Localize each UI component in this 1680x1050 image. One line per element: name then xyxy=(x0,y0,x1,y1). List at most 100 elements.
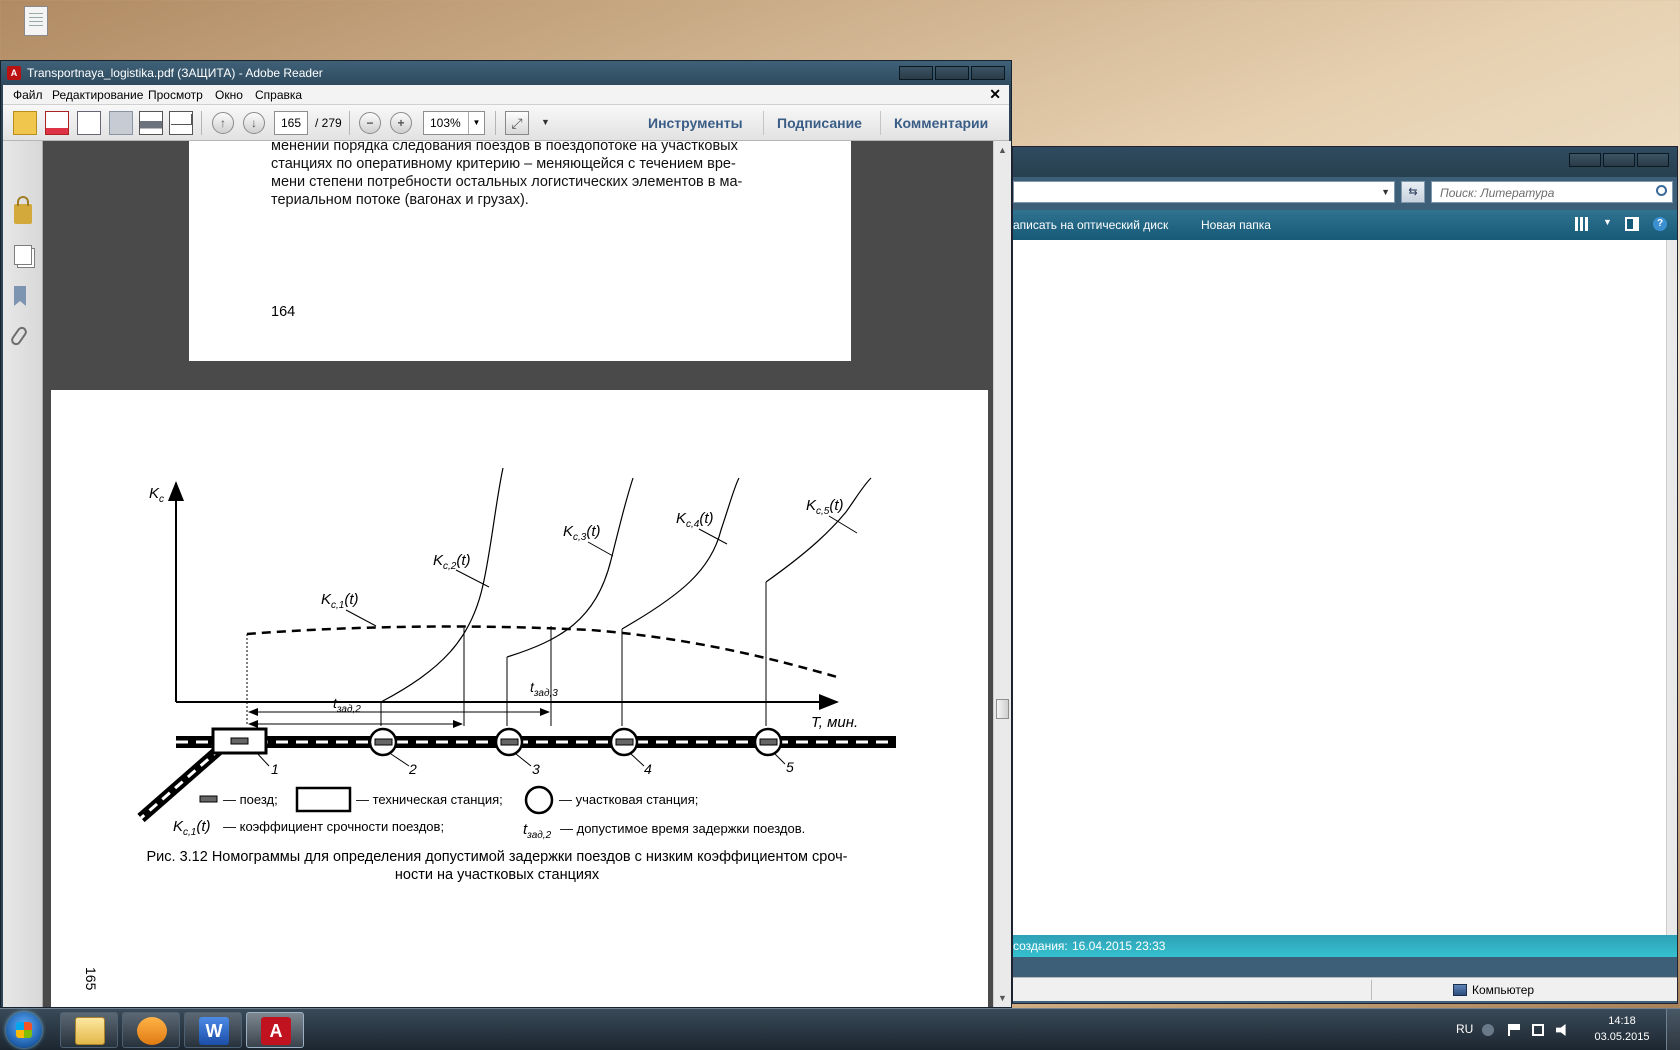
edit-icon[interactable] xyxy=(77,111,101,135)
new-folder-button[interactable]: Новая папка xyxy=(1201,218,1271,232)
reader-titlebar[interactable]: A Transportnaya_logistika.pdf (ЗАЩИТА) -… xyxy=(1,61,1011,85)
page-number-input[interactable]: 165 xyxy=(274,111,308,135)
close-button[interactable] xyxy=(971,66,1005,80)
page-thumbnails-icon[interactable] xyxy=(14,245,32,265)
page-paragraph: менении порядка следования поездов в пое… xyxy=(271,141,771,209)
curve-label-kc1: Kc,1(t) xyxy=(321,591,359,611)
comment-panel-link[interactable]: Комментарии xyxy=(894,115,988,131)
leader-line xyxy=(390,753,410,767)
save-icon[interactable] xyxy=(109,111,133,135)
help-icon[interactable]: ? xyxy=(1653,217,1667,231)
curve-label-kc5: Kc,5(t) xyxy=(806,497,844,517)
fit-page-icon[interactable]: ⤢ xyxy=(505,111,529,135)
view-options-icon[interactable] xyxy=(1575,217,1589,231)
minimize-button[interactable] xyxy=(899,66,933,80)
more-tools-icon[interactable]: ▼ xyxy=(541,117,550,127)
details-value: 16.04.2015 23:33 xyxy=(1072,939,1166,953)
create-pdf-icon[interactable] xyxy=(45,111,69,135)
attachment-icon[interactable] xyxy=(9,324,29,348)
search-placeholder: Поиск: Литература xyxy=(1440,186,1555,200)
previous-page: менении порядка следования поездов в пое… xyxy=(189,141,851,361)
search-icon[interactable] xyxy=(1656,185,1667,196)
taskbar-media-player[interactable] xyxy=(122,1012,180,1048)
toolbar-separator xyxy=(201,111,202,135)
menu-help[interactable]: Справка xyxy=(255,88,302,102)
open-icon[interactable] xyxy=(13,111,37,135)
train-marker xyxy=(230,737,249,745)
network-hidden-icon[interactable] xyxy=(1482,1024,1494,1036)
train-marker xyxy=(500,738,519,746)
preview-pane-icon[interactable] xyxy=(1625,217,1639,231)
bookmark-icon[interactable] xyxy=(14,286,26,306)
chevron-down-icon[interactable]: ▼ xyxy=(1381,187,1390,197)
system-clock[interactable]: 14:18 03.05.2015 xyxy=(1592,1013,1652,1045)
next-page-icon[interactable]: ↓ xyxy=(243,112,265,134)
zoom-in-icon[interactable]: + xyxy=(390,112,412,134)
chevron-down-icon[interactable]: ▼ xyxy=(468,112,484,134)
search-input[interactable]: Поиск: Литература xyxy=(1431,181,1673,203)
scroll-up-icon[interactable]: ▲ xyxy=(998,145,1007,155)
station-number-2: 2 xyxy=(408,761,417,777)
print-icon[interactable] xyxy=(139,111,163,135)
legend-delay-text: — допустимое время задержки поездов. xyxy=(560,821,805,836)
burn-disc-button[interactable]: аписать на оптический диск xyxy=(1013,218,1168,232)
adobe-reader-icon: A xyxy=(7,66,21,80)
status-computer: Компьютер xyxy=(1453,983,1534,997)
adobe-reader-icon: A xyxy=(261,1017,291,1045)
menu-view[interactable]: Просмотр xyxy=(148,88,203,102)
maximize-button[interactable] xyxy=(1603,153,1635,167)
figure-caption-line1: Рис. 3.12 Номограммы для определения доп… xyxy=(147,849,848,865)
details-pane: создания: 16.04.2015 23:33 xyxy=(1013,935,1677,957)
language-indicator[interactable]: RU xyxy=(1456,1022,1473,1036)
curve-label-kc3: Kc,3(t) xyxy=(563,523,601,543)
curve-kc1 xyxy=(246,625,838,679)
text-line: мени степени потребности остальных логис… xyxy=(271,174,743,190)
details-label: создания: xyxy=(1013,939,1068,953)
train-marker xyxy=(374,738,393,746)
chevron-down-icon[interactable]: ▼ xyxy=(1603,217,1612,231)
show-desktop-button[interactable] xyxy=(1666,1009,1680,1050)
close-button[interactable] xyxy=(1637,153,1669,167)
network-icon[interactable] xyxy=(1532,1024,1544,1036)
taskbar-word[interactable]: W xyxy=(184,1012,242,1048)
document-scrollbar[interactable]: ▲ ▼ xyxy=(993,141,1011,1007)
adobe-reader-window: A Transportnaya_logistika.pdf (ЗАЩИТА) -… xyxy=(0,60,1012,1008)
vertical-scrollbar[interactable] xyxy=(1667,240,1677,935)
email-icon[interactable] xyxy=(169,111,193,135)
file-list-area[interactable] xyxy=(1013,240,1667,935)
menu-window[interactable]: Окно xyxy=(215,88,243,102)
desktop-document-icon[interactable] xyxy=(24,6,48,36)
lock-icon[interactable] xyxy=(14,196,32,224)
text-line: станциях по оперативному критерию – меня… xyxy=(271,156,736,172)
page-number: 164 xyxy=(271,304,296,320)
start-button[interactable] xyxy=(6,1012,42,1048)
scrollbar-thumb[interactable] xyxy=(996,699,1009,719)
folder-icon xyxy=(75,1017,105,1045)
previous-page-icon[interactable]: ↑ xyxy=(212,112,234,134)
window-title: Transportnaya_logistika.pdf (ЗАЩИТА) - A… xyxy=(27,66,323,80)
document-view[interactable]: менении порядка следования поездов в пое… xyxy=(43,141,993,1007)
volume-icon[interactable] xyxy=(1556,1024,1566,1036)
taskbar-explorer[interactable] xyxy=(60,1012,118,1048)
sign-panel-link[interactable]: Подписание xyxy=(777,115,862,131)
close-document-icon[interactable]: ✕ xyxy=(989,86,1001,103)
zoom-level-select[interactable]: 103% ▼ xyxy=(423,111,485,135)
address-bar[interactable]: ▼ xyxy=(1013,181,1395,203)
station-number-1: 1 xyxy=(271,761,279,777)
explorer-window: ▼ ⇆ Поиск: Литература аписать на оптичес… xyxy=(1012,146,1678,1004)
refresh-icon[interactable]: ⇆ xyxy=(1401,181,1425,203)
minimize-button[interactable] xyxy=(1569,153,1601,167)
maximize-button[interactable] xyxy=(935,66,969,80)
curve-label-kc2: Kc,2(t) xyxy=(433,552,471,572)
menu-file[interactable]: Файл xyxy=(13,88,43,102)
leader-line xyxy=(587,541,614,557)
scroll-down-icon[interactable]: ▼ xyxy=(998,993,1007,1003)
action-center-flag-icon[interactable] xyxy=(1508,1024,1520,1036)
zoom-out-icon[interactable]: − xyxy=(359,112,381,134)
taskbar-adobe-reader[interactable]: A xyxy=(246,1012,304,1048)
menu-edit[interactable]: Редактирование xyxy=(52,88,143,102)
explorer-titlebar[interactable] xyxy=(1013,147,1677,177)
tools-panel-link[interactable]: Инструменты xyxy=(648,115,743,131)
legend-train-symbol xyxy=(199,795,218,803)
text-line: менении порядка следования поездов в пое… xyxy=(271,141,738,154)
